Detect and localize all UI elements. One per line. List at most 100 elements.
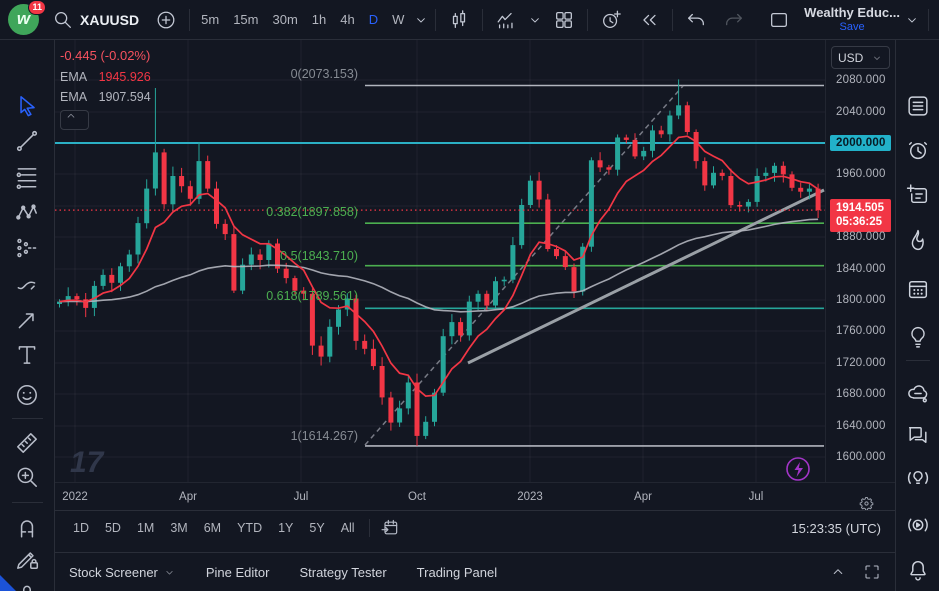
play-radio-icon[interactable] bbox=[905, 513, 930, 538]
panel-expand-icon[interactable] bbox=[863, 563, 881, 581]
pattern-icon[interactable] bbox=[14, 199, 40, 225]
utc-clock[interactable]: 15:23:35 (UTC) bbox=[791, 521, 885, 536]
range-1y[interactable]: 1Y bbox=[270, 521, 301, 535]
chart-style-button[interactable] bbox=[440, 4, 478, 36]
zoom-in-icon[interactable] bbox=[14, 464, 40, 490]
user-menu-button[interactable]: w 11 bbox=[6, 3, 44, 37]
indicators-button[interactable] bbox=[487, 4, 525, 36]
interval-30m[interactable]: 30m bbox=[265, 4, 304, 36]
chevron-down-icon bbox=[163, 566, 176, 579]
interval-5m[interactable]: 5m bbox=[194, 4, 226, 36]
text-icon[interactable] bbox=[14, 342, 40, 368]
time-axis[interactable]: 2022AprJulOct2023AprJul bbox=[55, 482, 895, 510]
chat-icon[interactable] bbox=[905, 423, 930, 448]
interval-menu-button[interactable] bbox=[411, 4, 431, 36]
time-tick: 2023 bbox=[517, 491, 543, 503]
svg-text:1(1614.267): 1(1614.267) bbox=[291, 429, 358, 443]
flame-icon[interactable] bbox=[905, 228, 930, 253]
price-tick: 1600.000 bbox=[836, 451, 886, 463]
chart-pane[interactable]: 0(2073.153)0.382(1897.858)0.5(1843.710)0… bbox=[55, 40, 825, 482]
range-1d[interactable]: 1D bbox=[65, 521, 97, 535]
cloud-icon[interactable] bbox=[905, 381, 930, 406]
chevron-down-icon bbox=[904, 12, 920, 28]
svg-text:0(2073.153): 0(2073.153) bbox=[291, 67, 358, 81]
trend-icon[interactable] bbox=[14, 128, 40, 154]
price-tick: 1840.000 bbox=[836, 263, 886, 275]
watchlist-icon[interactable] bbox=[905, 94, 930, 119]
notes-icon[interactable] bbox=[905, 183, 930, 208]
svg-text:0.382(1897.858): 0.382(1897.858) bbox=[266, 205, 358, 219]
range-5d[interactable]: 5D bbox=[97, 521, 129, 535]
rewind-icon bbox=[638, 9, 660, 31]
undo-button[interactable] bbox=[677, 4, 715, 36]
divider bbox=[189, 9, 190, 31]
range-1m[interactable]: 1M bbox=[129, 521, 162, 535]
magnet-icon[interactable] bbox=[14, 514, 40, 540]
bulb-radio-icon[interactable] bbox=[905, 466, 930, 491]
smiley-icon[interactable] bbox=[14, 382, 40, 408]
create-alert-button[interactable] bbox=[592, 4, 630, 36]
collapse-legend-button[interactable] bbox=[60, 110, 89, 130]
ema1-row[interactable]: EMA 1945.926 bbox=[60, 70, 151, 84]
bulb-icon[interactable] bbox=[905, 325, 930, 350]
pencil-lock-icon[interactable] bbox=[14, 546, 40, 572]
currency-selector[interactable]: USD bbox=[831, 46, 890, 69]
chevron-up-icon bbox=[64, 109, 86, 131]
panel-tab-trading-panel[interactable]: Trading Panel bbox=[417, 565, 497, 580]
price-scale[interactable]: USD 1914.505 05:36:25 2080.0002040.00020… bbox=[825, 40, 895, 482]
interval-4h[interactable]: 4h bbox=[333, 4, 361, 36]
chevron-down-icon bbox=[527, 12, 543, 28]
forecast-icon[interactable] bbox=[14, 235, 40, 261]
panel-tab-stock-screener[interactable]: Stock Screener bbox=[69, 565, 176, 580]
save-button[interactable]: Save bbox=[840, 21, 865, 33]
arrow-draw-icon[interactable] bbox=[14, 307, 40, 333]
redo-icon bbox=[723, 9, 745, 31]
interval-W[interactable]: W bbox=[385, 4, 411, 36]
bar-countdown: 05:36:25 bbox=[836, 215, 885, 229]
calendar-icon[interactable] bbox=[905, 277, 930, 302]
cursor-icon[interactable] bbox=[14, 93, 40, 119]
candlestick-chart[interactable]: 0(2073.153)0.382(1897.858)0.5(1843.710)0… bbox=[55, 40, 825, 482]
layout-grid-button[interactable] bbox=[545, 4, 583, 36]
layout-menu-button[interactable] bbox=[900, 4, 924, 36]
divider bbox=[906, 360, 930, 361]
ema2-row[interactable]: EMA 1907.594 bbox=[60, 90, 151, 104]
bell-icon[interactable] bbox=[905, 558, 930, 583]
symbol-search-button[interactable]: XAUUSD bbox=[44, 4, 147, 36]
current-layout-button[interactable] bbox=[760, 4, 798, 36]
panel-collapse-icon[interactable] bbox=[829, 563, 847, 581]
interval-15m[interactable]: 15m bbox=[226, 4, 265, 36]
ruler-icon[interactable] bbox=[14, 430, 40, 456]
redo-button[interactable] bbox=[715, 4, 753, 36]
fib-icon[interactable] bbox=[14, 164, 40, 190]
time-tick: 2022 bbox=[62, 491, 88, 503]
range-3m[interactable]: 3M bbox=[162, 521, 195, 535]
panel-tab-pine-editor[interactable]: Pine Editor bbox=[206, 565, 270, 580]
bar-replay-button[interactable] bbox=[630, 4, 668, 36]
compare-symbol-button[interactable] bbox=[147, 4, 185, 36]
indicator-templates-button[interactable] bbox=[525, 4, 545, 36]
panel-tab-strategy-tester[interactable]: Strategy Tester bbox=[299, 565, 386, 580]
lock-icon[interactable] bbox=[14, 581, 40, 591]
svg-text:0.618(1789.561): 0.618(1789.561) bbox=[266, 289, 358, 303]
interval-D[interactable]: D bbox=[362, 4, 385, 36]
range-toolbar: 1D5D1M3M6MYTD1Y5YAll 15:23:35 (UTC) bbox=[55, 510, 895, 545]
price-tick: 2080.000 bbox=[836, 74, 886, 86]
divider bbox=[435, 9, 436, 31]
range-6m[interactable]: 6M bbox=[196, 521, 229, 535]
time-tick: Apr bbox=[634, 491, 652, 503]
range-ytd[interactable]: YTD bbox=[229, 521, 270, 535]
time-tick: Apr bbox=[179, 491, 197, 503]
layout-name[interactable]: Wealthy Educ... Save bbox=[804, 6, 900, 32]
brush-icon[interactable] bbox=[14, 271, 40, 297]
grid-layout-icon bbox=[553, 9, 575, 31]
alarm-icon[interactable] bbox=[905, 138, 930, 163]
divider bbox=[928, 9, 929, 31]
interval-1h[interactable]: 1h bbox=[305, 4, 333, 36]
go-to-date-icon[interactable] bbox=[380, 518, 400, 538]
range-5y[interactable]: 5Y bbox=[301, 521, 332, 535]
price-change: -0.445 (-0.02%) bbox=[60, 48, 151, 63]
layout-title: Wealthy Educ... bbox=[804, 6, 900, 20]
price-tick: 1720.000 bbox=[836, 357, 886, 369]
range-all[interactable]: All bbox=[333, 521, 363, 535]
